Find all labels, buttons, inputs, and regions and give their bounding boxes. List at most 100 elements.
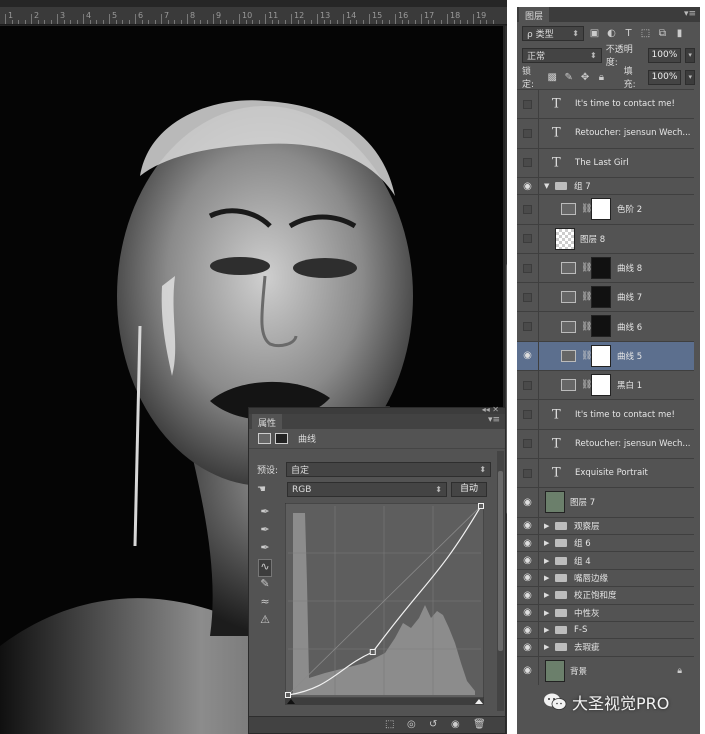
layer-visibility-toggle[interactable]: ◉ <box>517 569 539 587</box>
curve-control-point[interactable] <box>285 692 291 698</box>
curve-control-point[interactable] <box>478 503 484 509</box>
pixel-filter-icon[interactable]: ▣ <box>588 27 601 40</box>
layer-mask-thumbnail[interactable] <box>591 198 611 221</box>
layer-visibility-toggle[interactable]: ◉ <box>517 552 539 569</box>
gray-point-eyedropper-icon[interactable]: ✒ <box>258 523 272 541</box>
layer-visibility-toggle[interactable]: ◉ <box>517 517 539 534</box>
layer-visibility-toggle[interactable]: ◉ <box>517 639 539 656</box>
layer-visibility-toggle[interactable]: ◉ <box>517 488 539 517</box>
layer-row[interactable]: ◉ ▶ 中性灰 <box>517 603 694 621</box>
smart-object-filter-icon[interactable]: ⧉ <box>656 27 669 40</box>
layer-thumbnail[interactable] <box>545 659 565 682</box>
on-image-adjust-icon[interactable]: ☚ <box>257 484 271 495</box>
curve-graph-svg[interactable] <box>285 503 484 705</box>
layer-mask-thumbnail[interactable] <box>591 286 611 309</box>
lock-transparent-icon[interactable]: ▩ <box>546 71 558 84</box>
layer-row[interactable]: T The Last Girl <box>517 147 694 177</box>
preset-dropdown[interactable]: 自定 ⬍ <box>286 462 492 477</box>
visibility-eye-icon[interactable]: ◉ <box>451 719 460 730</box>
mask-icon[interactable] <box>275 433 288 444</box>
delete-trash-icon[interactable]: 🗑︎ <box>473 719 486 730</box>
layer-row[interactable]: ◉ ▶ 嘴唇边缘 <box>517 568 694 587</box>
layer-visibility-toggle[interactable] <box>517 148 539 177</box>
layer-row[interactable]: ◉ 图层 7 <box>517 487 694 517</box>
reset-icon[interactable]: ↺ <box>429 719 437 730</box>
adjustment-filter-icon[interactable]: ◐ <box>605 27 618 40</box>
layer-row[interactable]: ⛓ 曲线 7 <box>517 282 694 312</box>
layer-visibility-toggle[interactable] <box>517 253 539 283</box>
edit-points-icon[interactable]: ∿ <box>258 559 272 577</box>
fill-input[interactable]: 100% <box>647 69 682 85</box>
view-previous-icon[interactable]: ◎ <box>407 719 416 730</box>
layer-row[interactable]: ⛓ 曲线 6 <box>517 311 694 341</box>
layer-thumbnail[interactable] <box>545 491 565 514</box>
layer-visibility-toggle[interactable]: ◉ <box>517 587 539 604</box>
layer-row[interactable]: ⛓ 色阶 2 <box>517 194 694 224</box>
layer-row[interactable]: 图层 8 <box>517 223 694 253</box>
lock-all-icon[interactable]: 🔒︎ <box>595 71 607 84</box>
expand-right-icon[interactable]: ▶ <box>544 643 549 651</box>
layer-visibility-toggle[interactable]: ◉ <box>517 341 539 371</box>
expand-right-icon[interactable]: ▶ <box>544 609 549 617</box>
opacity-slider-toggle[interactable]: ▾ <box>685 47 696 63</box>
layer-mask-thumbnail[interactable] <box>591 315 611 338</box>
layer-row[interactable]: T It's time to contact me! <box>517 399 694 429</box>
lock-position-icon[interactable]: ✥ <box>579 71 591 84</box>
layer-visibility-toggle[interactable] <box>517 224 539 253</box>
layer-visibility-toggle[interactable] <box>517 312 539 341</box>
properties-scroll-thumb[interactable] <box>498 471 503 651</box>
layer-row[interactable]: T Retoucher: jsensun Wech... <box>517 428 694 458</box>
expand-right-icon[interactable]: ▶ <box>544 557 549 565</box>
expand-right-icon[interactable]: ▶ <box>544 522 549 530</box>
channel-dropdown[interactable]: RGB ⬍ <box>287 482 447 497</box>
layer-visibility-toggle[interactable]: ◉ <box>517 656 539 685</box>
panel-menu-icon[interactable]: ▾≡ <box>488 415 500 425</box>
smooth-curve-icon[interactable]: ≈ <box>258 595 272 613</box>
auto-button[interactable]: 自动 <box>451 482 487 497</box>
layer-visibility-toggle[interactable] <box>517 90 539 119</box>
layer-row[interactable]: ⛓ 曲线 8 <box>517 252 694 283</box>
layer-row[interactable]: ⛓ 黑白 1 <box>517 370 694 400</box>
canvas-scroll-thumb[interactable] <box>506 264 507 514</box>
layer-visibility-toggle[interactable]: ◉ <box>517 604 539 621</box>
curve-control-point[interactable] <box>369 649 376 656</box>
layer-row[interactable]: ◉ ▶ 校正饱和度 <box>517 586 694 604</box>
layer-row[interactable]: ◉ ▶ 去瑕疵 <box>517 638 694 656</box>
layer-row[interactable]: ◉ ▶ 组 4 <box>517 551 694 569</box>
layer-row[interactable]: ◉ ▶ 观察层 <box>517 516 694 534</box>
expand-right-icon[interactable]: ▶ <box>544 626 549 634</box>
layer-row[interactable]: T Retoucher: jsensun Wech... <box>517 118 694 148</box>
panel-menu-icon[interactable]: ▾≡ <box>684 9 696 19</box>
layer-row[interactable]: ◉ ⛓ 曲线 5 <box>517 340 694 371</box>
layer-row[interactable]: ◉ ▼ 组 7 <box>517 176 694 195</box>
curve-graph[interactable] <box>285 503 484 705</box>
layer-visibility-toggle[interactable]: ◉ <box>517 177 539 195</box>
layer-row[interactable]: T It's time to contact me! <box>517 89 694 119</box>
opacity-input[interactable]: 100% <box>647 47 682 63</box>
fill-slider-toggle[interactable]: ▾ <box>685 69 696 85</box>
layer-filter-dropdown[interactable]: ρ 类型 ⬍ <box>522 25 584 41</box>
tab-properties[interactable]: 属性 <box>252 414 283 429</box>
layer-visibility-toggle[interactable] <box>517 195 539 224</box>
filter-toggle-icon[interactable]: ▮ <box>673 27 686 40</box>
layer-visibility-toggle[interactable]: ◉ <box>517 621 539 639</box>
text-filter-icon[interactable]: T <box>622 27 635 40</box>
collapse-icon[interactable]: ◂◂ ✕ <box>482 405 499 414</box>
pencil-draw-icon[interactable]: ✎ <box>258 577 272 595</box>
layer-mask-thumbnail[interactable] <box>591 256 611 279</box>
properties-scrollbar[interactable] <box>497 451 504 711</box>
layer-visibility-toggle[interactable] <box>517 119 539 148</box>
layer-visibility-toggle[interactable] <box>517 283 539 312</box>
blend-mode-dropdown[interactable]: 正常 ⬍ <box>522 47 602 63</box>
layer-visibility-toggle[interactable] <box>517 458 539 488</box>
lock-pixels-icon[interactable]: ✎ <box>562 71 574 84</box>
layer-mask-thumbnail[interactable] <box>591 374 611 397</box>
layer-thumbnail[interactable] <box>555 227 575 250</box>
clip-to-layer-icon[interactable]: ⬚ <box>385 719 394 730</box>
layer-mask-thumbnail[interactable] <box>591 344 611 367</box>
layer-row[interactable]: ◉ 🔒︎ 背景 <box>517 655 694 685</box>
expand-down-icon[interactable]: ▼ <box>544 182 549 190</box>
clipping-warning-icon[interactable]: ⚠ <box>258 613 272 631</box>
expand-right-icon[interactable]: ▶ <box>544 539 549 547</box>
white-point-eyedropper-icon[interactable]: ✒ <box>258 541 272 559</box>
